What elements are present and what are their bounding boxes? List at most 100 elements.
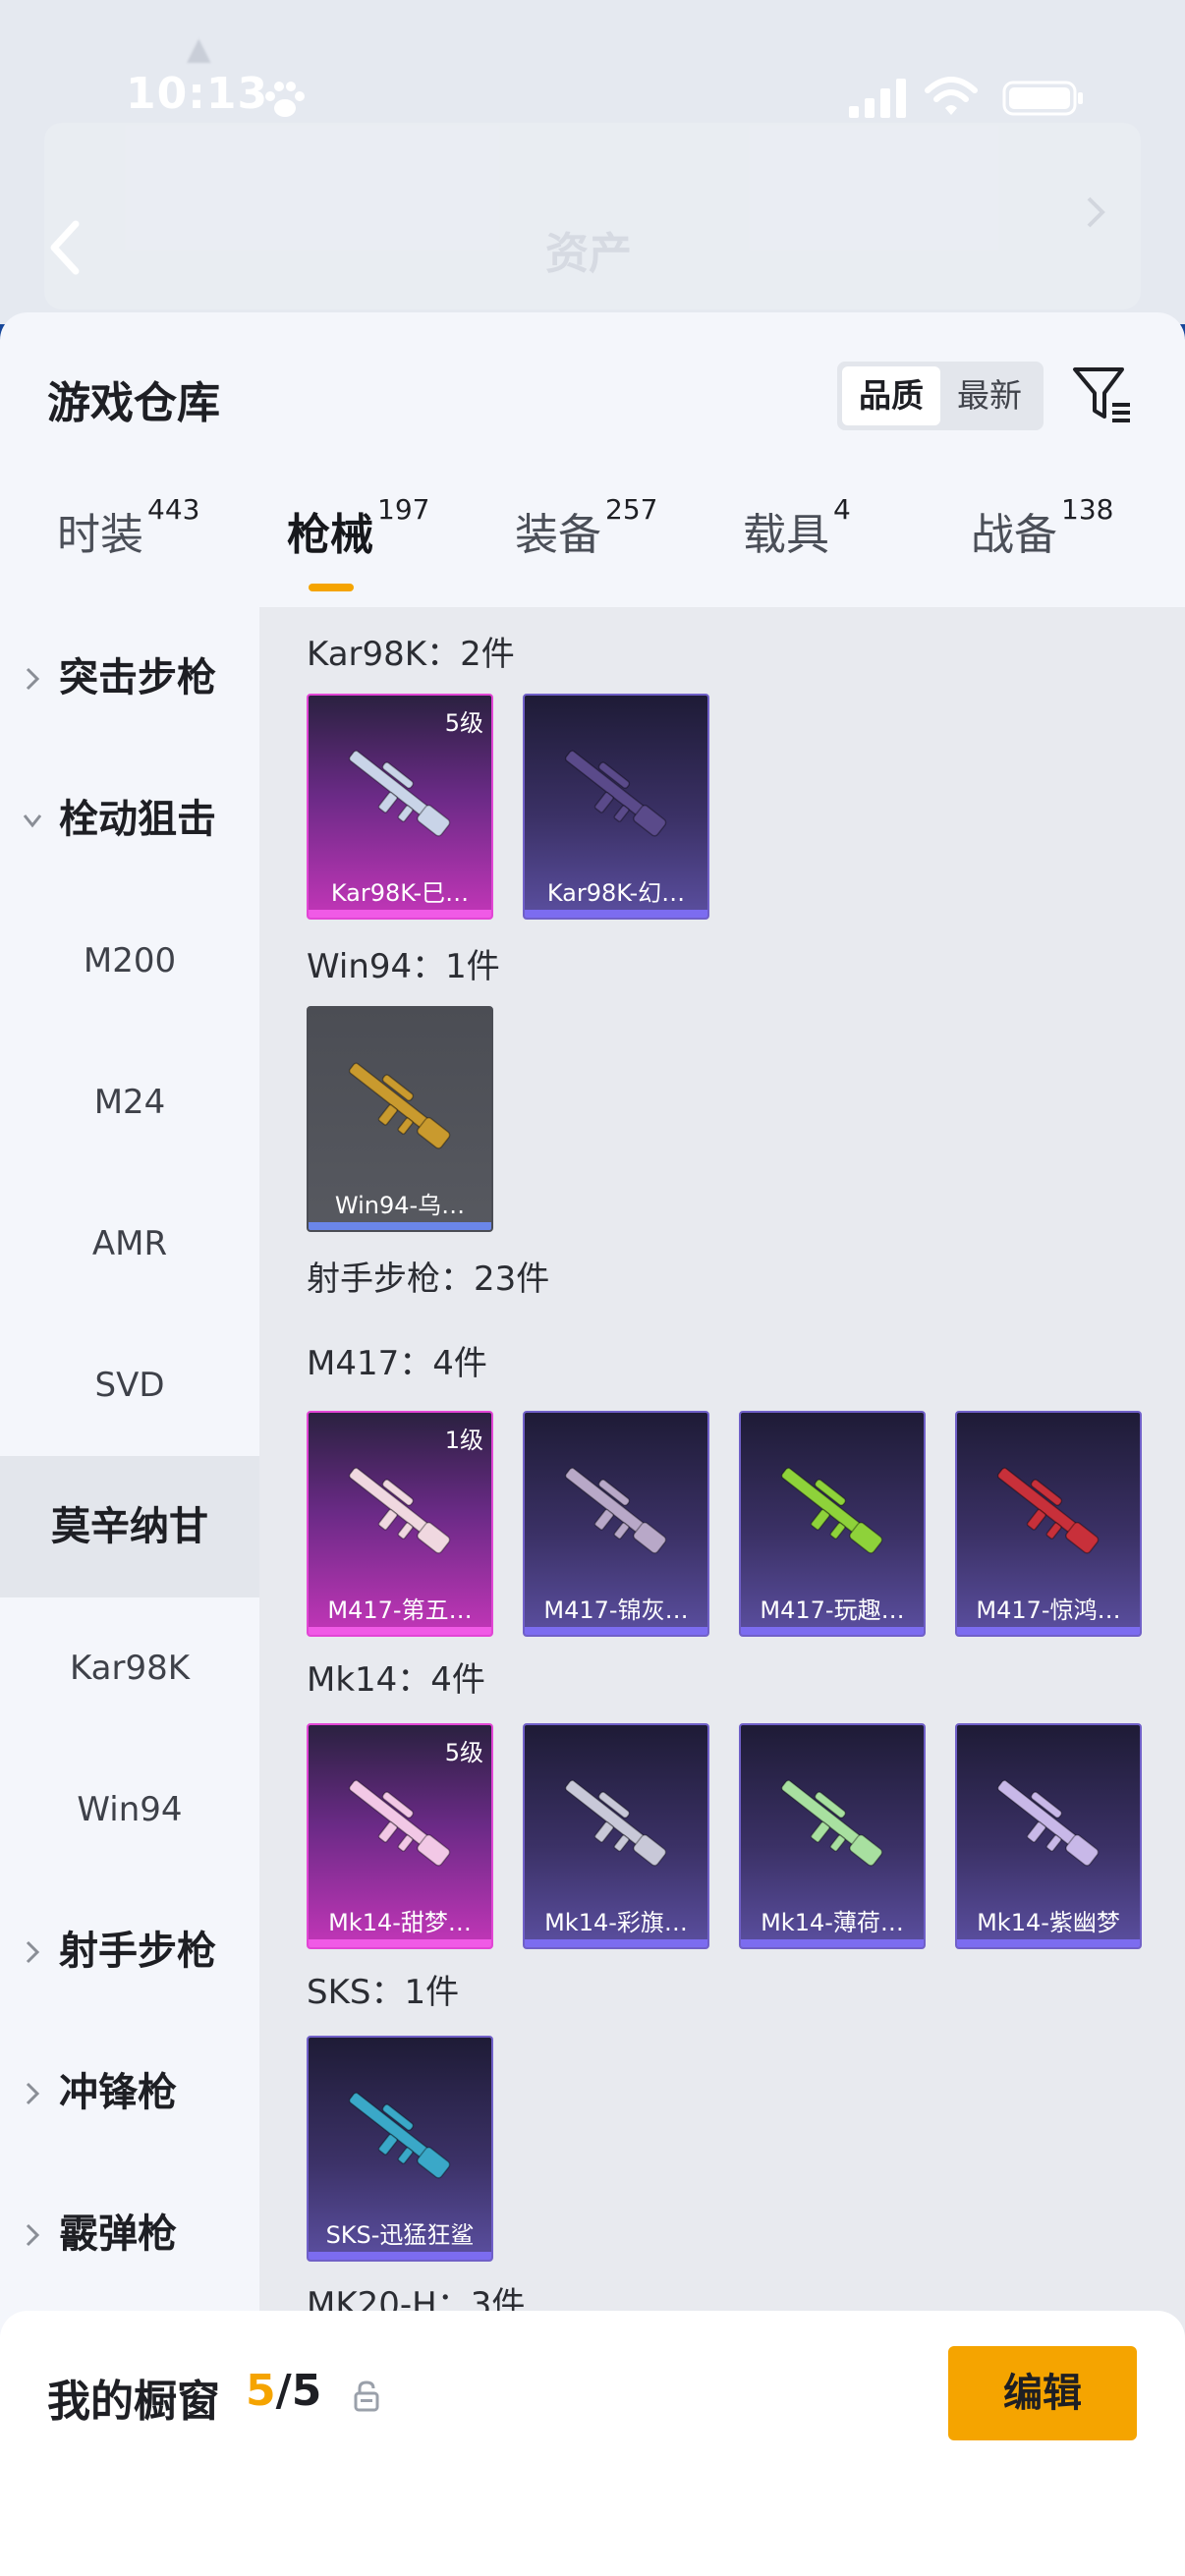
sidebar-item-label: 突击步枪 bbox=[59, 655, 216, 700]
cellular-signal-icon bbox=[849, 79, 906, 118]
sidebar-item-label: 冲锋枪 bbox=[59, 2070, 177, 2115]
skin-name: Kar98K-巳… bbox=[330, 879, 470, 907]
battery-icon bbox=[1002, 81, 1083, 116]
rarity-bar bbox=[309, 1627, 491, 1635]
sidebar-item-shotguns[interactable]: 霰弹枪 bbox=[0, 2163, 259, 2305]
rarity-bar bbox=[957, 1627, 1140, 1635]
status-time: 10:13 bbox=[126, 69, 269, 119]
section-title-mk14: Mk14：4件 bbox=[307, 1660, 485, 1700]
skin-name: SKS-迅猛狂鲨 bbox=[325, 2221, 475, 2249]
rarity-bar bbox=[309, 1222, 491, 1230]
rifle-icon bbox=[564, 1467, 667, 1554]
skin-name: Mk14-彩旗… bbox=[544, 1909, 688, 1936]
tab-label: 战备 bbox=[971, 510, 1057, 560]
skin-name: Mk14-紫幽梦 bbox=[977, 1909, 1120, 1936]
weapon-skin-card[interactable]: Win94-乌… bbox=[307, 1006, 493, 1232]
tab-count: 443 bbox=[147, 493, 200, 526]
tab-outfits[interactable]: 时装443 bbox=[57, 493, 199, 607]
active-tab-indicator bbox=[309, 584, 354, 591]
back-icon[interactable] bbox=[44, 218, 84, 277]
rarity-bar bbox=[525, 1627, 707, 1635]
tab-combat-gear[interactable]: 战备138 bbox=[971, 493, 1113, 607]
weapon-skin-card[interactable]: 5级 Kar98K-巳… bbox=[307, 694, 493, 920]
weapon-skin-card[interactable]: Mk14-薄荷… bbox=[739, 1723, 926, 1949]
sidebar-item-label: 栓动狙击 bbox=[59, 797, 216, 842]
filter-icon[interactable] bbox=[1071, 364, 1134, 426]
skin-name: Mk14-甜梦… bbox=[328, 1909, 472, 1936]
weapon-skin-card[interactable]: Mk14-紫幽梦 bbox=[955, 1723, 1142, 1949]
blurred-text: ▲ bbox=[187, 29, 211, 67]
rarity-bar bbox=[525, 1939, 707, 1947]
weapon-skin-card[interactable]: 1级 M417-第五… bbox=[307, 1411, 493, 1637]
rarity-bar bbox=[309, 910, 491, 918]
sort-toggle: 品质 最新 bbox=[837, 362, 1044, 430]
edit-button[interactable]: 编辑 bbox=[948, 2346, 1137, 2440]
weapon-skin-card[interactable]: 5级 Mk14-甜梦… bbox=[307, 1723, 493, 1949]
chevron-right-icon bbox=[26, 2223, 40, 2247]
sidebar-item-win94[interactable]: Win94 bbox=[0, 1739, 259, 1880]
weapon-skin-card[interactable]: M417-锦灰… bbox=[523, 1411, 709, 1637]
sort-by-quality-button[interactable]: 品质 bbox=[842, 366, 940, 425]
section-title-kar98k: Kar98K：2件 bbox=[307, 635, 515, 674]
weapon-skin-card[interactable]: M417-惊鸿… bbox=[955, 1411, 1142, 1637]
tab-count: 138 bbox=[1061, 493, 1114, 526]
tab-count: 257 bbox=[605, 493, 658, 526]
sidebar-item-m24[interactable]: M24 bbox=[0, 1032, 259, 1173]
skin-name: M417-第五… bbox=[327, 1596, 473, 1624]
lock-icon bbox=[354, 2380, 379, 2412]
rifle-icon bbox=[348, 750, 451, 837]
rarity-bar bbox=[957, 1939, 1140, 1947]
section-title-marksman-rifles: 射手步枪：23件 bbox=[307, 1260, 550, 1299]
blurred-stats-panel bbox=[44, 123, 1141, 309]
level-badge: 5级 bbox=[444, 709, 483, 737]
weapon-skin-card[interactable]: Kar98K-幻… bbox=[523, 694, 709, 920]
chevron-right-icon bbox=[26, 667, 40, 691]
weapon-skin-card[interactable]: M417-玩趣… bbox=[739, 1411, 926, 1637]
sidebar-item-svd[interactable]: SVD bbox=[0, 1315, 259, 1456]
rarity-bar bbox=[309, 1939, 491, 1947]
sidebar-item-marksman-rifles[interactable]: 射手步枪 bbox=[0, 1880, 259, 2022]
showcase-count-current: 5 bbox=[246, 2366, 276, 2416]
skin-name: Win94-乌… bbox=[334, 1192, 466, 1219]
rarity-bar bbox=[741, 1627, 924, 1635]
rarity-bar bbox=[309, 2252, 491, 2260]
rifle-icon bbox=[996, 1779, 1100, 1867]
weapon-skin-card[interactable]: Mk14-彩旗… bbox=[523, 1723, 709, 1949]
chevron-down-icon bbox=[24, 814, 41, 828]
sidebar-item-assault-rifles[interactable]: 突击步枪 bbox=[0, 607, 259, 749]
showcase-count-total: /5 bbox=[275, 2366, 322, 2416]
sidebar-item-amr[interactable]: AMR bbox=[0, 1173, 259, 1315]
rifle-icon bbox=[564, 1779, 667, 1867]
tab-vehicles[interactable]: 载具4 bbox=[743, 493, 851, 607]
sidebar-item-kar98k[interactable]: Kar98K bbox=[0, 1597, 259, 1739]
sidebar-item-smgs[interactable]: 冲锋枪 bbox=[0, 2022, 259, 2163]
tab-count: 197 bbox=[377, 493, 430, 526]
skin-name: Mk14-薄荷… bbox=[761, 1909, 904, 1936]
wifi-icon bbox=[925, 77, 978, 115]
sidebar-item-label: 霰弹枪 bbox=[59, 2212, 177, 2257]
sidebar-item-m200[interactable]: M200 bbox=[0, 890, 259, 1032]
section-title-win94: Win94：1件 bbox=[307, 947, 500, 986]
level-badge: 1级 bbox=[444, 1427, 483, 1454]
rifle-icon bbox=[348, 2092, 451, 2179]
tab-guns[interactable]: 枪械197 bbox=[287, 493, 429, 607]
sidebar-item-bolt-action-snipers[interactable]: 栓动狙击 bbox=[0, 749, 259, 890]
rifle-icon bbox=[780, 1779, 883, 1867]
showcase-count: 5/5 bbox=[246, 2366, 321, 2416]
rifle-icon bbox=[996, 1467, 1100, 1554]
page-title: 资产 bbox=[545, 229, 632, 279]
section-title-sks: SKS：1件 bbox=[307, 1973, 460, 2012]
tab-equipment[interactable]: 装备257 bbox=[515, 493, 657, 607]
rifle-icon bbox=[348, 1062, 451, 1149]
sidebar-item-mosin-nagant[interactable]: 莫辛纳甘 bbox=[0, 1456, 259, 1597]
my-showcase-bar: 我的橱窗 5/5 编辑 bbox=[0, 2311, 1185, 2576]
background-header: ▲ 资产 10:13 bbox=[0, 0, 1185, 324]
tab-label: 时装 bbox=[57, 510, 143, 560]
chevron-right-icon bbox=[26, 2082, 40, 2105]
tab-label: 装备 bbox=[515, 510, 601, 560]
weapon-skin-card[interactable]: SKS-迅猛狂鲨 bbox=[307, 2036, 493, 2262]
skin-name: Kar98K-幻… bbox=[546, 879, 686, 907]
sort-by-newest-button[interactable]: 最新 bbox=[940, 366, 1039, 425]
section-title-m417: M417：4件 bbox=[307, 1344, 487, 1383]
weapon-category-sidebar: 突击步枪 栓动狙击 M200 M24 AMR SVD 莫辛纳甘 Kar98K W… bbox=[0, 607, 259, 2454]
